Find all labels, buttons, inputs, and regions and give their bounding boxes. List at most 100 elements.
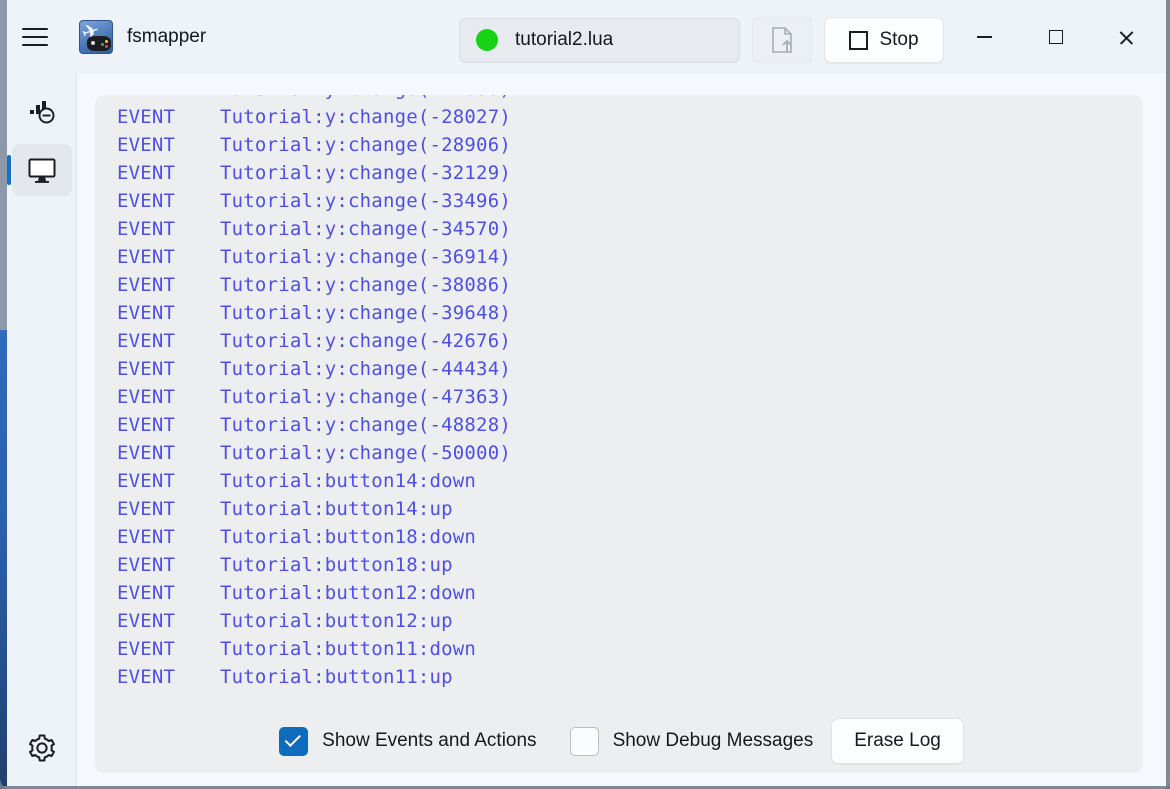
show-debug-checkbox[interactable] xyxy=(569,726,599,756)
fsmapper-logo-icon: ✈ xyxy=(79,20,113,54)
log-line-message: Tutorial:button14:up xyxy=(220,498,453,520)
log-line-level: EVENT xyxy=(117,582,176,604)
log-line-level: EVENT xyxy=(117,414,176,436)
log-line-message: Tutorial:button11:up xyxy=(220,666,453,688)
title-bar: ✈ fsmapper tutorial2.lua Stop xyxy=(7,0,1166,74)
log-line-level: EVENT xyxy=(117,106,176,128)
stop-button[interactable]: Stop xyxy=(824,17,944,63)
log-line: EVENT Tutorial:y:change(-47363) xyxy=(117,383,1143,411)
log-line-message: Tutorial:y:change(-32129) xyxy=(220,162,511,184)
log-line: EVENT Tutorial:y:change(-48828) xyxy=(117,411,1143,439)
checkmark-icon xyxy=(284,730,302,748)
show-events-checkbox[interactable] xyxy=(279,726,309,756)
log-line-level: EVENT xyxy=(117,610,176,632)
log-line: EVENT Tutorial:y:change(-39648) xyxy=(117,299,1143,327)
log-line-level: EVENT xyxy=(117,386,176,408)
close-button[interactable] xyxy=(1091,0,1162,74)
log-toolbar: Show Events and Actions Show Debug Messa… xyxy=(77,696,1166,786)
monitor-icon xyxy=(28,158,55,183)
log-line-level: EVENT xyxy=(117,666,176,688)
log-line-message: Tutorial:y:change(-28027) xyxy=(220,106,511,128)
log-line-message: Tutorial:button12:up xyxy=(220,610,453,632)
log-line: EVENT Tutorial:y:change(-34570) xyxy=(117,215,1143,243)
log-line: EVENT Tutorial:y:change(-38086) xyxy=(117,271,1143,299)
sidebar xyxy=(6,74,76,786)
stop-square-icon xyxy=(849,30,869,50)
script-name-label: tutorial2.lua xyxy=(515,29,614,50)
app-window: ✈ fsmapper tutorial2.lua Stop EVENT Tuto… xyxy=(0,0,1170,789)
log-line: EVENT Tutorial:button11:up xyxy=(117,663,1143,691)
log-line-level: EVENT xyxy=(117,302,176,324)
log-line-message: Tutorial:y:change(-42676) xyxy=(220,330,511,352)
log-line: EVENT Tutorial:button18:down xyxy=(117,523,1143,551)
log-line-message: Tutorial:y:change(-38086) xyxy=(220,274,511,296)
log-line-message: Tutorial:y:change(-39648) xyxy=(220,302,511,324)
log-line: EVENT Tutorial:y:change(-42676) xyxy=(117,327,1143,355)
log-line-message: Tutorial:y:change(-47363) xyxy=(220,386,511,408)
app-title: fsmapper xyxy=(127,26,207,47)
gamepad-glyph xyxy=(87,36,111,51)
log-line-level: EVENT xyxy=(117,246,176,268)
log-line-message: Tutorial:y:change(-33496) xyxy=(220,190,511,212)
log-line-level: EVENT xyxy=(117,134,176,156)
maximize-icon xyxy=(1048,30,1063,44)
log-line-level: EVENT xyxy=(117,442,176,464)
log-output-panel[interactable]: EVENTTutorial:y:change(-27000) EVENT Tutor… xyxy=(95,95,1143,773)
hamburger-menu-icon[interactable] xyxy=(7,0,63,74)
sidebar-item-dashboard[interactable] xyxy=(12,86,72,138)
log-line-level: EVENT xyxy=(117,498,176,520)
log-line-level: EVENT xyxy=(117,526,176,548)
load-script-button[interactable] xyxy=(752,17,812,63)
log-line-message: Tutorial:y:change(-44434) xyxy=(220,358,511,380)
log-line: EVENT Tutorial:button14:down xyxy=(117,467,1143,495)
sidebar-item-console[interactable] xyxy=(6,144,72,196)
log-line-message: Tutorial:button18:down xyxy=(220,526,477,548)
maximize-button[interactable] xyxy=(1020,0,1091,74)
log-line: EVENT Tutorial:y:change(-33496) xyxy=(117,187,1143,215)
script-controls: tutorial2.lua Stop xyxy=(459,17,944,63)
log-line-level: EVENT xyxy=(117,190,176,212)
log-line-message: Tutorial:button11:down xyxy=(220,638,477,660)
document-upload-icon xyxy=(772,27,792,53)
window-right-border xyxy=(1166,0,1170,789)
close-icon xyxy=(1118,29,1135,46)
log-line-message: Tutorial:button12:down xyxy=(220,582,477,604)
erase-log-button[interactable]: Erase Log xyxy=(831,718,964,764)
log-line-partial: EVENTTutorial:y:change(-27000) xyxy=(117,95,1143,103)
log-line-message: Tutorial:y:change(-34570) xyxy=(220,218,511,240)
script-selector[interactable]: tutorial2.lua xyxy=(459,17,740,63)
log-line-level: EVENT xyxy=(117,274,176,296)
show-debug-label: Show Debug Messages xyxy=(612,730,814,751)
log-line-level: EVENT xyxy=(117,554,176,576)
log-line: EVENT Tutorial:button18:up xyxy=(117,551,1143,579)
log-line-level: EVENT xyxy=(117,470,176,492)
log-line-level: EVENT xyxy=(117,638,176,660)
window-controls xyxy=(949,0,1162,74)
log-line-message: Tutorial:button18:up xyxy=(220,554,453,576)
show-events-checkbox-group[interactable]: Show Events and Actions xyxy=(279,726,537,756)
log-line-message: Tutorial:y:change(-36914) xyxy=(220,246,511,268)
log-line: EVENT Tutorial:button12:down xyxy=(117,579,1143,607)
log-line-level: EVENT xyxy=(117,330,176,352)
show-debug-checkbox-group[interactable]: Show Debug Messages xyxy=(569,726,814,756)
minimize-button[interactable] xyxy=(949,0,1020,74)
log-line-message: Tutorial:y:change(-50000) xyxy=(220,442,511,464)
log-line: EVENT Tutorial:y:change(-44434) xyxy=(117,355,1143,383)
log-line-message: Tutorial:y:change(-28906) xyxy=(220,134,511,156)
sidebar-item-settings[interactable] xyxy=(12,722,72,774)
log-line: EVENT Tutorial:y:change(-28027) xyxy=(117,103,1143,131)
minimize-icon xyxy=(977,36,992,38)
log-line-message: Tutorial:button14:down xyxy=(220,470,477,492)
hamburger-bars xyxy=(22,22,48,52)
log-line: EVENT Tutorial:button12:up xyxy=(117,607,1143,635)
console-page: EVENTTutorial:y:change(-27000) EVENT Tutor… xyxy=(77,74,1166,786)
log-line-list: EVENTTutorial:y:change(-27000) EVENT Tutor… xyxy=(117,95,1143,691)
log-line-level: EVENT xyxy=(117,218,176,240)
log-line-level: EVENT xyxy=(117,162,176,184)
show-events-label: Show Events and Actions xyxy=(322,730,537,751)
log-line: EVENT Tutorial:button11:down xyxy=(117,635,1143,663)
log-line: EVENT Tutorial:button14:up xyxy=(117,495,1143,523)
gauge-icon xyxy=(29,101,54,124)
log-line: EVENT Tutorial:y:change(-28906) xyxy=(117,131,1143,159)
stop-button-label: Stop xyxy=(879,29,919,50)
